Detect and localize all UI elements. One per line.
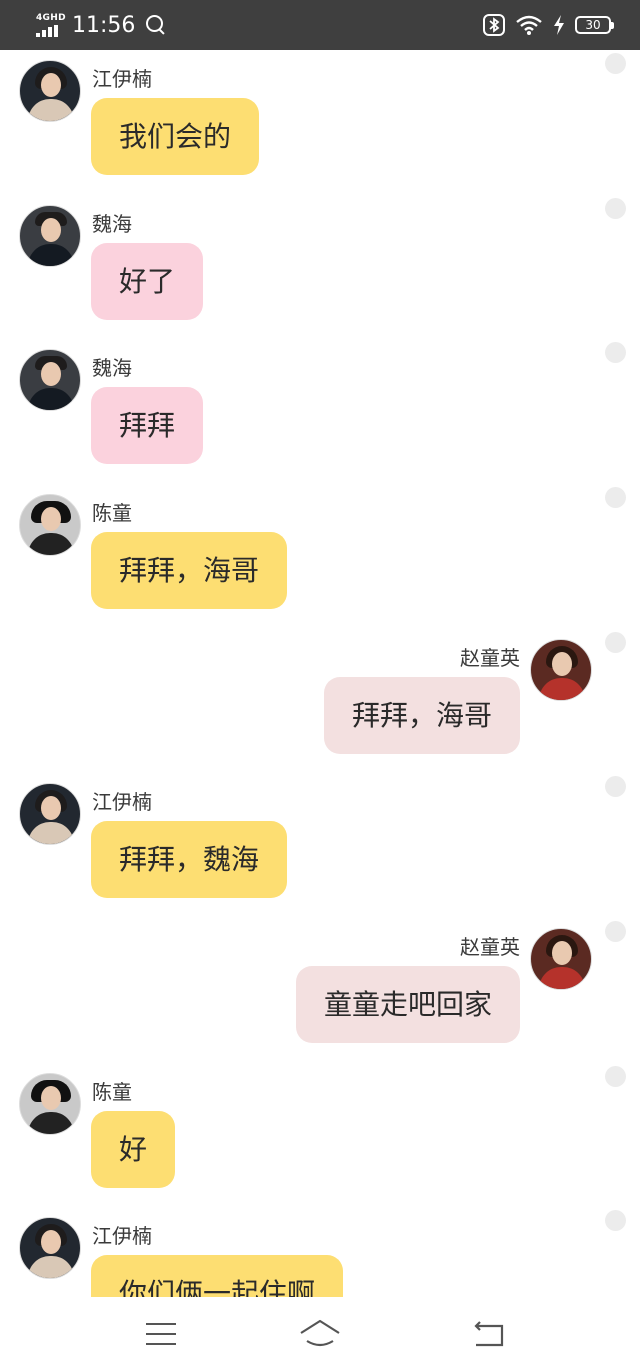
menu-icon	[146, 1323, 176, 1345]
chat-message: 江伊楠 拜拜，魏海	[0, 773, 640, 913]
message-bubble[interactable]: 我们会的	[91, 98, 260, 175]
message-bubble[interactable]: 好	[91, 1111, 176, 1188]
avatar-jiang-yinan[interactable]	[19, 60, 81, 122]
avatar-chen-tong[interactable]	[19, 494, 81, 556]
sender-name: 魏海	[92, 212, 132, 236]
select-circle-icon[interactable]	[605, 53, 626, 74]
battery-level: 30	[575, 16, 611, 34]
select-circle-icon[interactable]	[605, 776, 626, 797]
sender-name: 江伊楠	[92, 67, 152, 91]
avatar-zhao-tongying[interactable]	[530, 928, 592, 990]
wifi-icon	[516, 15, 542, 35]
message-bubble[interactable]: 好了	[91, 243, 204, 320]
back-button[interactable]	[466, 1313, 512, 1353]
sender-name: 魏海	[92, 356, 132, 380]
signal-indicator: 4GHD	[36, 12, 66, 37]
message-bubble[interactable]: 拜拜，魏海	[91, 821, 288, 898]
chat-message: 江伊楠 我们会的	[0, 50, 640, 190]
search-icon	[145, 14, 167, 36]
chat-message: 江伊楠 你们俩一起住啊	[0, 1207, 640, 1297]
select-circle-icon[interactable]	[605, 487, 626, 508]
chat-message: 魏海 拜拜	[0, 339, 640, 479]
select-circle-icon[interactable]	[605, 198, 626, 219]
chat-message: 赵童英 童童走吧回家	[0, 918, 640, 1058]
select-circle-icon[interactable]	[605, 921, 626, 942]
select-circle-icon[interactable]	[605, 632, 626, 653]
select-circle-icon[interactable]	[605, 1066, 626, 1087]
message-bubble[interactable]: 拜拜	[91, 387, 204, 464]
chat-message: 陈童 好	[0, 1063, 640, 1203]
avatar-jiang-yinan[interactable]	[19, 1217, 81, 1279]
avatar-jiang-yinan[interactable]	[19, 783, 81, 845]
status-indicators: 30	[483, 14, 614, 36]
menu-button[interactable]	[138, 1313, 184, 1353]
charging-icon	[554, 15, 564, 35]
signal-icon	[36, 24, 58, 37]
bluetooth-icon	[483, 14, 505, 36]
sender-name: 赵童英	[460, 935, 520, 959]
message-bubble[interactable]: 童童走吧回家	[295, 966, 520, 1043]
battery-icon: 30	[575, 16, 614, 34]
message-bubble[interactable]: 你们俩一起住啊	[91, 1255, 344, 1297]
sender-name: 江伊楠	[92, 1224, 152, 1248]
message-bubble[interactable]: 拜拜，海哥	[323, 677, 520, 754]
select-circle-icon[interactable]	[605, 1210, 626, 1231]
avatar-wei-hai[interactable]	[19, 349, 81, 411]
network-type-label: 4GHD	[36, 12, 66, 23]
sender-name: 赵童英	[460, 646, 520, 670]
avatar-zhao-tongying[interactable]	[530, 639, 592, 701]
sender-name: 陈童	[92, 1080, 132, 1104]
chat-message: 陈童 拜拜，海哥	[0, 484, 640, 624]
sender-name: 陈童	[92, 501, 132, 525]
avatar-wei-hai[interactable]	[19, 205, 81, 267]
back-icon	[474, 1321, 504, 1347]
chat-message: 魏海 好了	[0, 195, 640, 335]
sender-name: 江伊楠	[92, 790, 152, 814]
chat-message-list[interactable]: 江伊楠 我们会的 魏海 好了 魏海 拜拜 陈童 拜拜，海哥 赵童英 拜拜，海哥 …	[0, 50, 640, 1297]
chat-message: 赵童英 拜拜，海哥	[0, 629, 640, 769]
select-circle-icon[interactable]	[605, 342, 626, 363]
avatar-chen-tong[interactable]	[19, 1073, 81, 1135]
navigation-bar	[0, 1297, 640, 1372]
home-button[interactable]	[297, 1313, 343, 1353]
message-bubble[interactable]: 拜拜，海哥	[91, 532, 288, 609]
home-icon	[300, 1319, 340, 1347]
status-time: 11:56	[72, 12, 136, 38]
status-bar: 4GHD 11:56 30	[0, 0, 640, 50]
